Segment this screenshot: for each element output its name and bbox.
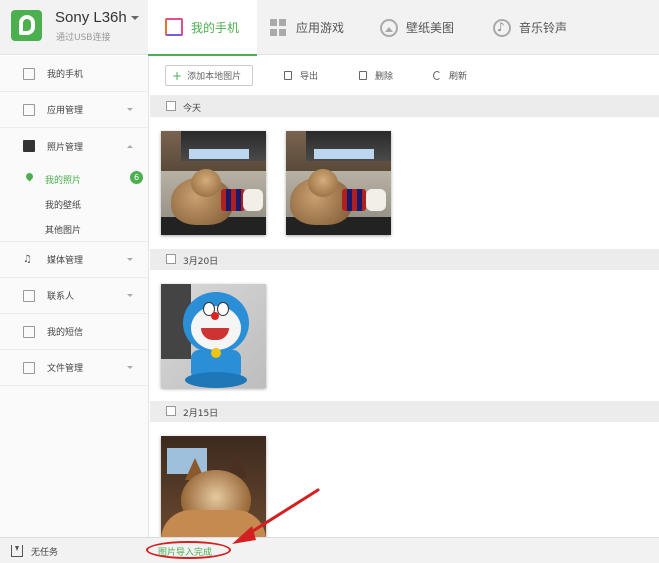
chevron-down-icon	[127, 108, 133, 111]
sidebar-item-label: 照片管理	[47, 142, 84, 153]
tab-apps-games[interactable]: 应用游戏	[270, 0, 344, 55]
file-icon	[23, 361, 35, 374]
sidebar: 我的手机 应用管理 照片管理 我的照片 6 我的壁纸 其他图片 ♫ 媒体管理 联…	[0, 56, 149, 537]
sidebar-item-label: 媒体管理	[47, 256, 84, 266]
sidebar-subitem-label: 我的照片	[45, 176, 82, 186]
sidebar-subitem-other-images[interactable]: 其他图片	[0, 216, 149, 242]
app-logo[interactable]	[11, 10, 42, 41]
sidebar-item-label: 联系人	[47, 292, 75, 302]
button-label: 导出	[300, 72, 319, 82]
chevron-up-icon	[127, 144, 133, 148]
chevron-down-icon	[127, 294, 133, 297]
tab-music-ringtones[interactable]: 音乐铃声	[493, 0, 567, 55]
button-label: 添加本地图片	[187, 72, 242, 82]
photo-thumbnail[interactable]	[161, 436, 266, 540]
phone-icon	[165, 18, 183, 36]
date-group-header: 2月15日	[150, 401, 659, 422]
photo-icon	[23, 140, 35, 152]
trash-icon	[359, 71, 367, 80]
export-button[interactable]: 导出	[284, 69, 318, 82]
grid-icon	[23, 103, 35, 116]
sidebar-item-label: 文件管理	[47, 364, 84, 374]
tab-label: 音乐铃声	[519, 21, 568, 35]
delete-button[interactable]: 删除	[359, 69, 393, 82]
header-bar: Sony L36h 通过USB连接 我的手机 应用游戏 壁纸美图 音乐铃声	[0, 0, 659, 56]
sidebar-item-app-management[interactable]: 应用管理	[0, 92, 149, 128]
message-icon	[23, 325, 35, 338]
group-select-checkbox[interactable]	[166, 101, 176, 111]
plus-icon: +	[172, 68, 183, 83]
device-connection-status: 通过USB连接	[56, 33, 111, 43]
chevron-down-icon[interactable]	[131, 16, 139, 20]
export-icon	[284, 71, 292, 80]
sidebar-item-messages[interactable]: 我的短信	[0, 314, 149, 350]
tab-label: 我的手机	[191, 20, 240, 35]
sidebar-item-my-phone[interactable]: 我的手机	[0, 56, 149, 92]
sidebar-item-file-management[interactable]: 文件管理	[0, 350, 149, 386]
chevron-down-icon	[127, 366, 133, 369]
photo-thumbnail[interactable]	[286, 131, 391, 235]
status-bar: 无任务 图片导入完成	[0, 537, 659, 563]
phone-icon	[23, 67, 35, 80]
device-name[interactable]: Sony L36h	[55, 9, 127, 26]
sidebar-subitem-my-photos[interactable]: 我的照片 6	[0, 166, 149, 191]
sidebar-subitem-my-wallpapers[interactable]: 我的壁纸	[0, 191, 149, 216]
date-group-header: 3月20日	[150, 249, 659, 270]
download-tray-icon[interactable]	[11, 545, 23, 557]
sidebar-item-label: 我的短信	[47, 328, 84, 338]
sidebar-item-label: 我的手机	[47, 70, 84, 80]
sidebar-item-media-management[interactable]: ♫ 媒体管理	[0, 242, 149, 278]
chevron-down-icon	[127, 258, 133, 261]
date-group-header: 今天	[150, 96, 659, 117]
task-status-label[interactable]: 无任务	[31, 545, 58, 558]
grid-icon	[270, 18, 288, 37]
image-icon	[380, 18, 398, 37]
group-select-checkbox[interactable]	[166, 406, 176, 416]
count-badge: 6	[130, 171, 143, 184]
date-group-label: 2月15日	[183, 409, 219, 419]
sidebar-subitem-label: 其他图片	[45, 226, 82, 236]
photo-thumbnail[interactable]	[161, 284, 266, 388]
music-note-icon	[493, 18, 511, 37]
tab-wallpapers[interactable]: 壁纸美图	[380, 0, 454, 55]
photo-toolbar: + 添加本地图片 导出 删除 刷新	[150, 56, 659, 96]
date-group-label: 3月20日	[183, 257, 219, 267]
add-local-images-button[interactable]: + 添加本地图片	[165, 65, 253, 86]
button-label: 刷新	[449, 72, 468, 82]
photo-thumbnail[interactable]	[161, 131, 266, 235]
tab-label: 壁纸美图	[406, 21, 455, 35]
tab-label: 应用游戏	[296, 21, 345, 35]
group-select-checkbox[interactable]	[166, 254, 176, 264]
button-label: 删除	[375, 72, 394, 82]
sidebar-subitem-label: 我的壁纸	[45, 201, 82, 211]
music-note-icon: ♫	[23, 253, 32, 265]
contacts-icon	[23, 289, 35, 302]
date-group-label: 今天	[183, 104, 202, 114]
photo-grid: 今天 3月20日 2月15日	[150, 96, 659, 540]
sidebar-item-label: 应用管理	[47, 106, 84, 116]
annotation-ellipse	[146, 541, 231, 559]
refresh-icon	[433, 71, 441, 80]
sidebar-item-contacts[interactable]: 联系人	[0, 278, 149, 314]
sidebar-item-photo-management[interactable]: 照片管理	[0, 128, 149, 164]
tab-my-phone[interactable]: 我的手机	[148, 0, 258, 56]
location-pin-icon	[24, 171, 35, 182]
refresh-button[interactable]: 刷新	[433, 69, 467, 82]
